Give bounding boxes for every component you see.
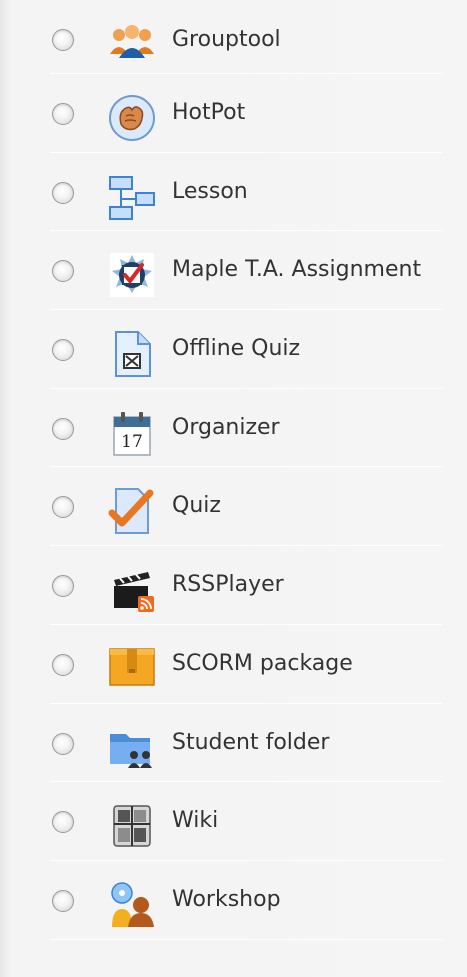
hotpot-icon — [108, 94, 156, 142]
radio-button[interactable] — [52, 181, 74, 204]
radio-button[interactable] — [52, 496, 74, 519]
radio-button[interactable] — [52, 417, 74, 440]
activity-option-quiz[interactable]: Quiz — [50, 467, 442, 547]
activity-label: Wiki — [172, 808, 219, 834]
activity-option-maple-ta-assignment[interactable]: Maple T.A. Assignment — [50, 231, 442, 311]
activity-label: Organizer — [172, 414, 280, 440]
activity-option-wiki[interactable]: Wiki — [50, 782, 442, 861]
activity-label: Quiz — [172, 493, 221, 519]
workshop-icon — [108, 881, 156, 929]
radio-button[interactable] — [52, 103, 74, 125]
activity-option-workshop[interactable]: Workshop — [50, 861, 442, 940]
activity-label: Workshop — [172, 886, 281, 912]
grouptool-icon — [108, 20, 156, 68]
organizer-icon: 17 — [108, 409, 156, 457]
activity-label: SCORM package — [172, 650, 353, 676]
maple-ta-icon — [108, 251, 156, 299]
activity-label: Lesson — [172, 178, 248, 204]
activity-option-lesson[interactable]: Lesson — [50, 153, 442, 232]
organizer-day: 17 — [121, 432, 143, 452]
radio-button[interactable] — [52, 889, 74, 912]
activity-label: HotPot — [172, 100, 246, 125]
activity-option-rssplayer[interactable]: RSSPlayer — [50, 546, 442, 625]
radio-button[interactable] — [52, 339, 74, 362]
activity-label: Offline Quiz — [172, 336, 301, 362]
quiz-icon — [108, 487, 156, 535]
student-folder-icon — [108, 724, 156, 772]
radio-button[interactable] — [52, 29, 74, 51]
radio-button[interactable] — [52, 260, 74, 283]
activity-label: Student folder — [172, 729, 330, 755]
activity-label: RSSPlayer — [172, 572, 284, 598]
activity-option-student-folder[interactable]: Student folder — [50, 704, 442, 783]
activity-option-hotpot[interactable]: HotPot — [50, 74, 442, 153]
scorm-package-icon — [108, 645, 156, 693]
activity-option-scorm-package[interactable]: SCORM package — [50, 625, 442, 704]
radio-button[interactable] — [52, 811, 74, 834]
offline-quiz-icon — [108, 330, 156, 378]
activity-list: Grouptool HotPot Lesson Maple T.A. Assig… — [50, 8, 442, 940]
radio-button[interactable] — [52, 653, 74, 676]
lesson-icon — [108, 173, 156, 221]
activity-option-offline-quiz[interactable]: Offline Quiz — [50, 310, 442, 389]
activity-option-grouptool[interactable]: Grouptool — [50, 8, 442, 74]
rssplayer-icon — [108, 566, 156, 614]
radio-button[interactable] — [52, 575, 74, 598]
activity-option-organizer[interactable]: 17 Organizer — [50, 389, 442, 468]
activity-label: Grouptool — [172, 27, 281, 52]
wiki-icon — [108, 802, 156, 850]
activity-label: Maple T.A. Assignment — [172, 257, 422, 283]
radio-button[interactable] — [52, 732, 74, 755]
activity-chooser-panel: Grouptool HotPot Lesson Maple T.A. Assig… — [0, 0, 467, 977]
